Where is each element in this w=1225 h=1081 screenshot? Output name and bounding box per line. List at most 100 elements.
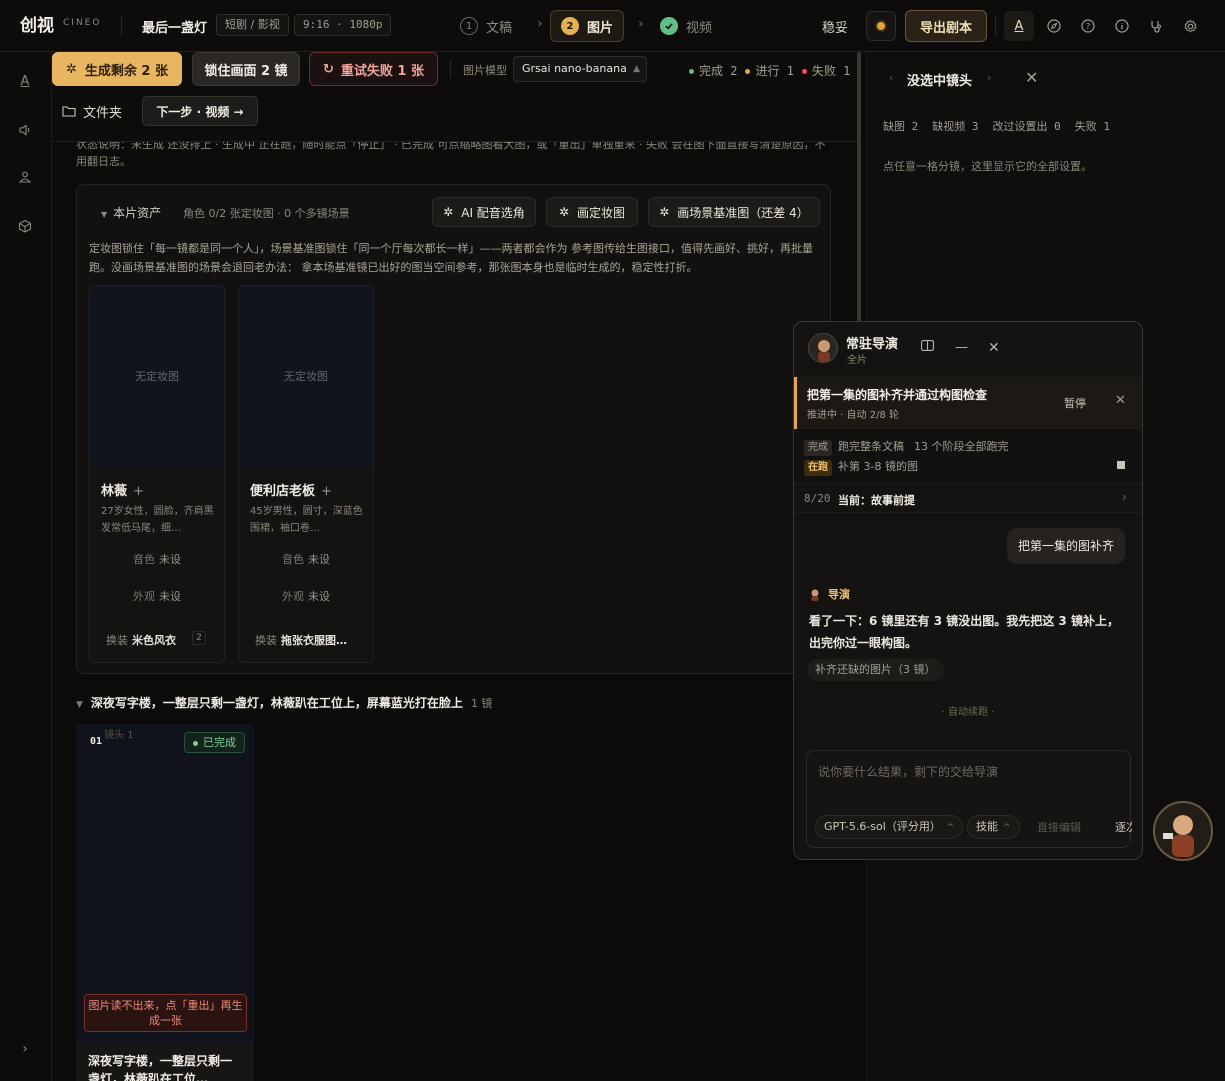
action-toolbar: ✲ 生成剩余 2 张 锁住画面 2 镜 ↻ 重试失败 1 张 图片模型 Grsa… xyxy=(52,52,858,142)
add-icon[interactable]: + xyxy=(133,484,144,499)
scrollbar[interactable] xyxy=(857,52,861,322)
director-scope: 全片 xyxy=(847,355,867,366)
close-icon[interactable]: ✕ xyxy=(988,340,1000,356)
task-status: 推进中 · 自动 2/8 轮 xyxy=(807,410,899,421)
director-input[interactable]: 说你要什么结果，剩下的交给导演 GPT-5.6-sol（评分用） ^ 技能 ^ 直接… xyxy=(806,750,1132,848)
retry-failed-button[interactable]: ↻ 重试失败 1 张 xyxy=(309,52,438,86)
step-images[interactable]: 2 图片 xyxy=(550,10,625,42)
text-style-button[interactable]: A xyxy=(1004,11,1034,41)
dock-icon[interactable] xyxy=(921,340,934,355)
step-number: 2 xyxy=(561,17,579,35)
rail-characters-button[interactable] xyxy=(14,166,36,188)
speaker-icon xyxy=(19,124,30,136)
suggestion-chip[interactable]: 补齐还缺的图片（3 镜） xyxy=(807,659,944,681)
director-reply: 看了一下：6 镜里还有 3 镜没出图。我先把这 3 镜补上，出完你过一眼构图。 xyxy=(809,614,1119,650)
pin-icon: ▲ xyxy=(633,64,640,74)
prev-shot-button[interactable]: ‹ xyxy=(889,71,893,84)
director-fab[interactable] xyxy=(1153,801,1213,861)
makeup-placeholder[interactable]: 无定妆图 xyxy=(239,286,373,466)
shot-caption: 深夜写字楼，一整层只剩一盏灯，林薇趴在工位… xyxy=(76,1042,254,1081)
error-message: 图片读不出来，点「重出」再生成一张 xyxy=(84,994,247,1032)
rail-script-button[interactable]: A xyxy=(14,70,36,92)
director-avatar-icon xyxy=(811,589,819,601)
generate-remaining-label: 生成剩余 2 张 xyxy=(84,63,168,79)
step-video[interactable]: 视频 xyxy=(650,10,722,42)
diagnostics-button[interactable] xyxy=(1141,11,1171,41)
next-shot-button[interactable]: › xyxy=(987,71,991,84)
pause-button[interactable]: 暂停 xyxy=(1064,395,1086,411)
direct-edit-toggle[interactable]: 直接编辑 xyxy=(1037,819,1081,835)
app-logo-sub: CINEO xyxy=(63,18,102,28)
outfit-count: 2 xyxy=(192,631,206,645)
input-placeholder: 说你要什么结果，剩下的交给导演 xyxy=(818,765,999,779)
look-field[interactable]: 外观 未设 xyxy=(90,588,224,604)
director-title: 常驻导演 xyxy=(846,337,899,352)
next-step-button[interactable]: 下一步 · 视频 → xyxy=(142,96,258,126)
add-icon[interactable]: + xyxy=(321,484,332,499)
divider xyxy=(121,16,122,36)
step-number: 1 xyxy=(460,17,478,35)
genre-tag: 短剧 / 影视 xyxy=(216,14,289,36)
chevron-right-icon: › xyxy=(22,1041,28,1057)
draw-makeup-button[interactable]: ✲ 画定妆图 xyxy=(546,197,638,227)
task-title: 把第一集的图补齐并通过构图检查 xyxy=(807,388,988,402)
image-model-select[interactable]: Grsai nano-banana ▲ xyxy=(513,56,647,82)
model-select[interactable]: GPT-5.6-sol（评分用） ^ xyxy=(815,815,964,839)
scene-header[interactable]: ▼ 深夜写字楼，一整层只剩一盏灯，林薇趴在工位上，屏幕蓝光打在脸上 1 镜 xyxy=(76,694,492,711)
current-stage[interactable]: 8/20 当前：故事前提 › xyxy=(794,483,1142,513)
assets-title[interactable]: ▼ 本片资产 xyxy=(101,204,161,221)
shot-card[interactable]: 镜头 1 01 已完成 图片读不出来，点「重出」再生成一张 深夜写字楼，一整层只… xyxy=(76,724,254,1081)
info-button[interactable] xyxy=(1107,11,1137,41)
project-title[interactable]: 最后一盏灯 xyxy=(142,17,207,36)
help-button[interactable]: ? xyxy=(1073,11,1103,41)
look-field[interactable]: 外观 未设 xyxy=(239,588,373,604)
main-content: 状态说明：未生成 还没排上 · 生成中 正在跑，随时能点「停止」 · 已完成 可… xyxy=(52,52,858,1081)
outfit-field[interactable]: 换装 拖张衣服图… xyxy=(255,632,347,648)
mode-stable[interactable]: 稳妥 xyxy=(822,17,848,36)
skill-select[interactable]: 技能 ^ xyxy=(967,815,1020,839)
folder-button[interactable]: 文件夹 xyxy=(62,97,122,125)
draw-scene-reference-button[interactable]: ✲ 画场景基准图（还差 4） xyxy=(648,197,820,227)
generate-remaining-button[interactable]: ✲ 生成剩余 2 张 xyxy=(52,52,182,86)
task-banner: 把第一集的图补齐并通过构图检查 推进中 · 自动 2/8 轮 暂停 ✕ xyxy=(794,377,1142,429)
ai-voice-casting-button[interactable]: ✲ AI 配音选角 xyxy=(432,197,536,227)
minimize-icon[interactable]: — xyxy=(955,340,968,355)
app-logo[interactable]: 创视 xyxy=(20,11,54,36)
rail-audio-button[interactable] xyxy=(14,119,36,141)
progress-row: 在跑 补第 3-8 镜的图 xyxy=(804,458,918,476)
task-progress: 完成 跑完整条文稿 13 个阶段全部跑完 在跑 补第 3-8 镜的图 xyxy=(794,430,1142,482)
chevron-right-icon: › xyxy=(537,16,543,32)
lock-frames-button[interactable]: 锁住画面 2 镜 xyxy=(192,52,300,86)
close-icon[interactable]: ✕ xyxy=(1115,393,1126,408)
retry-icon: ↻ xyxy=(322,61,334,77)
status-summary: 完成 2 进行 1 失败 1 xyxy=(689,62,850,79)
format-tag: 9:16 · 1080p xyxy=(294,14,392,36)
assets-panel: ▼ 本片资产 角色 0/2 张定妆图 · 0 个多镜场景 ✲ AI 配音选角 ✲ 画定… xyxy=(76,184,831,674)
inspector-title: 没选中镜头 xyxy=(907,74,973,89)
makeup-placeholder[interactable]: 无定妆图 xyxy=(90,286,224,466)
settings-button[interactable] xyxy=(1175,11,1205,41)
voice-field[interactable]: 音色 未设 xyxy=(239,551,373,567)
stop-icon[interactable] xyxy=(1117,461,1125,469)
stat-failed: 失败 1 xyxy=(1074,120,1110,133)
character-name: 便利店老板 + xyxy=(250,484,332,499)
record-button[interactable] xyxy=(866,11,896,41)
person-icon xyxy=(18,171,32,183)
step-label: 文稿 xyxy=(486,20,513,36)
character-card[interactable]: 无定妆图 林薇 + 27岁女性，圆脸，齐肩黑发常低马尾，细… 音色 未设 外观 未设 … xyxy=(89,285,225,663)
stethoscope-icon xyxy=(1151,21,1161,33)
character-desc: 45岁男性，圆寸，深蓝色围裙，袖口卷… xyxy=(250,506,363,534)
outfit-field[interactable]: 换装 米色风衣 xyxy=(106,632,176,648)
export-script-button[interactable]: 导出剧本 xyxy=(905,10,987,42)
stage-label: 当前：故事前提 xyxy=(838,494,915,507)
rail-expand-button[interactable]: › xyxy=(14,1038,36,1060)
confirm-each-toggle[interactable]: 逐次确认 xyxy=(1115,819,1132,835)
image-model-label: 图片模型 xyxy=(463,64,507,77)
step-script[interactable]: 1 文稿 xyxy=(450,10,522,42)
svg-text:?: ? xyxy=(1086,22,1090,31)
compass-button[interactable] xyxy=(1039,11,1069,41)
voice-field[interactable]: 音色 未设 xyxy=(90,551,224,567)
character-card[interactable]: 无定妆图 便利店老板 + 45岁男性，圆寸，深蓝色围裙，袖口卷… 音色 未设 外观未… xyxy=(238,285,374,663)
rail-assets-button[interactable] xyxy=(14,215,36,237)
close-icon[interactable]: ✕ xyxy=(1025,68,1038,87)
